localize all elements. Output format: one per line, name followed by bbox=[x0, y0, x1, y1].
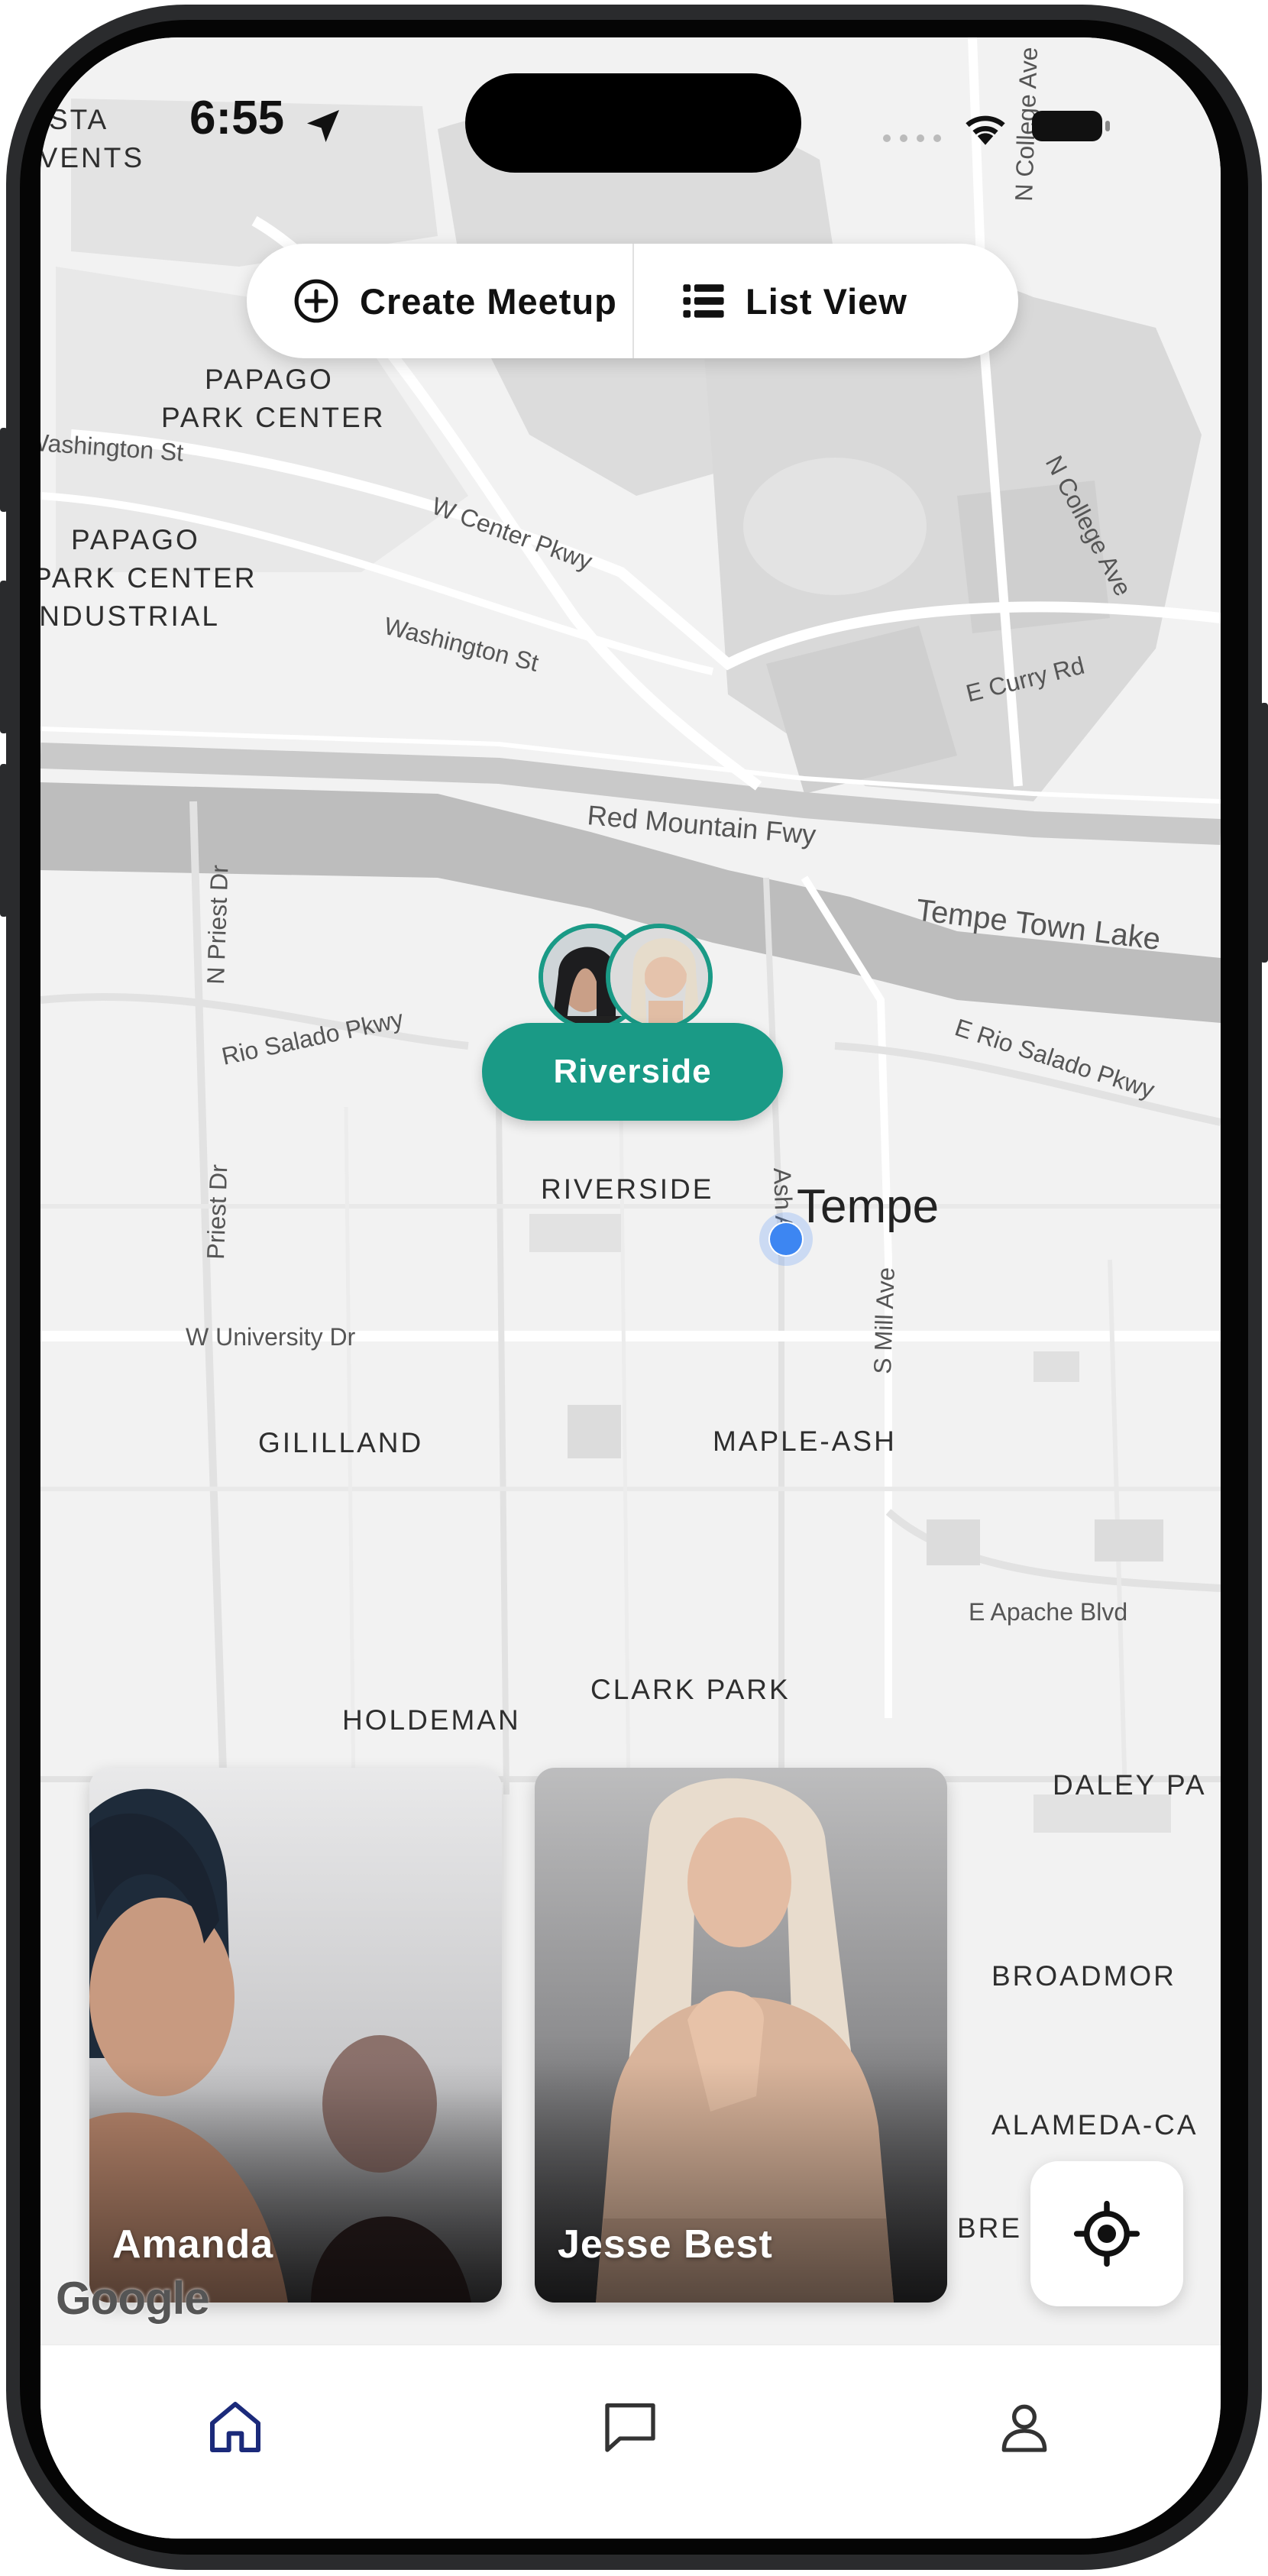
street-label: Priest Dr bbox=[202, 1163, 232, 1260]
street-label: E Apache Blvd bbox=[969, 1598, 1127, 1626]
profile-card-name: Amanda bbox=[112, 2222, 274, 2267]
map-area-label: PARK CENTER bbox=[161, 402, 385, 433]
map-area-label: VISTA bbox=[40, 104, 108, 135]
plus-circle-icon bbox=[294, 279, 338, 323]
map-area-label: PAPAGO bbox=[71, 524, 200, 555]
list-view-label: List View bbox=[746, 280, 907, 322]
crosshair-icon bbox=[1073, 2200, 1140, 2267]
battery-icon bbox=[1032, 111, 1110, 141]
map-area-label: PAPAGO bbox=[205, 364, 334, 395]
profile-card-name: Jesse Best bbox=[558, 2222, 773, 2267]
map-actions-pill: Create Meetup List View bbox=[247, 244, 1018, 358]
map-area-label: HOLDEMAN bbox=[342, 1704, 521, 1736]
signal-dots-icon bbox=[883, 134, 941, 142]
create-meetup-label: Create Meetup bbox=[360, 280, 617, 322]
side-button bbox=[0, 428, 8, 512]
map-area-label: MAPLE-ASH bbox=[713, 1426, 897, 1457]
dynamic-island bbox=[465, 73, 801, 173]
map-area-label: INDUSTRIAL bbox=[40, 600, 220, 632]
home-icon bbox=[210, 2402, 260, 2452]
tab-bar bbox=[40, 2345, 1221, 2539]
map-area-label: BRE bbox=[957, 2212, 1022, 2244]
side-button bbox=[0, 581, 8, 733]
location-arrow-icon bbox=[307, 110, 339, 142]
tab-home[interactable] bbox=[201, 2393, 270, 2461]
street-label: N Priest Dr bbox=[202, 864, 233, 985]
map-area-label: ALAMEDA-CA bbox=[991, 2109, 1198, 2141]
map-area-label: BROADMOR bbox=[991, 1960, 1176, 1992]
list-view-button[interactable]: List View bbox=[634, 244, 907, 358]
profile-card[interactable]: Amanda bbox=[89, 1768, 502, 2303]
app-screen: VISTA EVENTS PAPAGO PARK CENTER PAPAGO P… bbox=[40, 37, 1221, 2539]
recenter-location-button[interactable] bbox=[1030, 2161, 1183, 2306]
side-button bbox=[1260, 703, 1268, 963]
tab-profile[interactable] bbox=[990, 2393, 1059, 2461]
map-area-label: PARK CENTER bbox=[40, 562, 257, 594]
map-area-label: EVENTS bbox=[40, 142, 144, 173]
wifi-icon bbox=[966, 115, 1005, 145]
street-label: S Mill Ave bbox=[869, 1267, 900, 1374]
list-icon bbox=[683, 284, 724, 318]
map-area-label: CLARK PARK bbox=[590, 1674, 791, 1705]
street-label: W University Dr bbox=[186, 1323, 356, 1351]
google-attribution: Google bbox=[56, 2273, 210, 2324]
chat-icon bbox=[605, 2403, 655, 2452]
meetup-marker-label[interactable]: Riverside bbox=[482, 1023, 783, 1121]
status-time: 6:55 bbox=[189, 92, 285, 144]
map-area-label: DALEY PA bbox=[1053, 1769, 1207, 1801]
map-area-label: GILILLAND bbox=[258, 1427, 423, 1458]
create-meetup-button[interactable]: Create Meetup bbox=[247, 244, 632, 358]
side-button bbox=[0, 764, 8, 917]
city-label: Tempe bbox=[797, 1180, 940, 1233]
map-area-label: RIVERSIDE bbox=[541, 1173, 713, 1205]
avatar bbox=[606, 924, 713, 1031]
profile-icon bbox=[1001, 2404, 1047, 2452]
tab-messages[interactable] bbox=[596, 2393, 665, 2461]
profile-card[interactable]: Jesse Best bbox=[535, 1768, 947, 2303]
